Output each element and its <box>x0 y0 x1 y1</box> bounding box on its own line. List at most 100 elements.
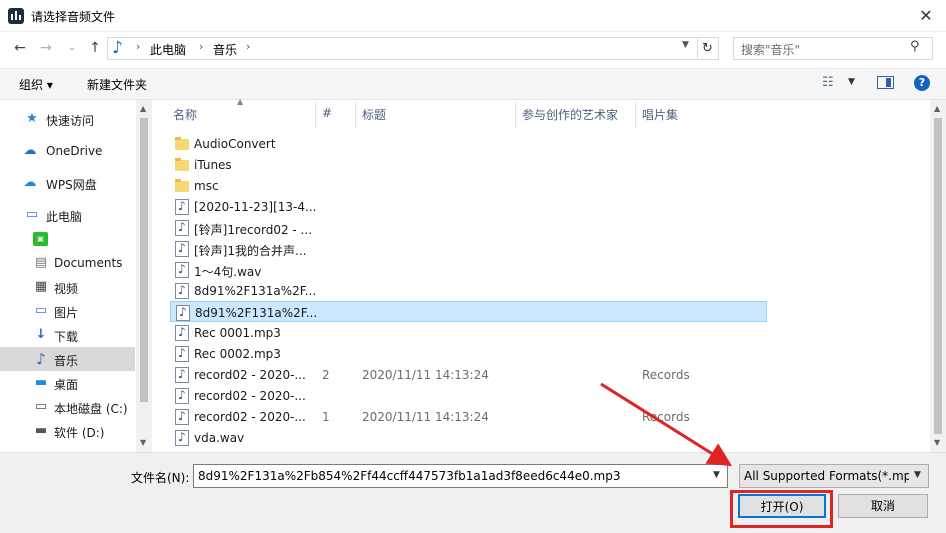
filename-dropdown-icon[interactable]: ▼ <box>713 470 720 480</box>
breadcrumb-this-pc[interactable]: 此电脑 <box>150 41 186 58</box>
preview-pane-icon[interactable] <box>877 76 894 89</box>
scroll-down-icon[interactable]: ▼ <box>140 438 146 447</box>
column-header-album[interactable]: 唱片集 <box>642 106 678 123</box>
address-dropdown-icon[interactable]: ▼ <box>682 40 689 50</box>
sidebar-item-pictures[interactable]: ▭ 图片 <box>0 299 135 323</box>
file-row[interactable]: vda.wav <box>170 427 767 448</box>
file-name: AudioConvert <box>194 137 276 151</box>
app-drive-icon: ▣ <box>33 232 48 246</box>
file-row[interactable]: [铃声]1record02 - ... <box>170 217 767 238</box>
file-row[interactable]: 8d91%2F131a%2F... <box>170 301 767 322</box>
track-number: 1 <box>322 410 330 424</box>
file-row[interactable]: record02 - 2020-... 2 2020/11/11 14:13:24 R… <box>170 364 767 385</box>
sidebar-scrollbar[interactable]: ▲ ▼ <box>136 100 152 452</box>
audio-file-icon <box>175 430 189 446</box>
document-icon: ▤ <box>34 255 48 270</box>
file-name: Rec 0001.mp3 <box>194 326 281 340</box>
picture-icon: ▭ <box>34 303 48 318</box>
scroll-up-icon[interactable]: ▲ <box>140 104 146 113</box>
folder-row[interactable]: iTunes <box>170 154 767 175</box>
close-icon[interactable]: ✕ <box>906 0 946 32</box>
file-row[interactable]: Rec 0002.mp3 <box>170 343 767 364</box>
file-list-scrollbar[interactable]: ▲ ▼ <box>930 100 946 452</box>
filename-label: 文件名(N): <box>131 471 190 485</box>
file-type-value: All Supported Formats(*.mp3 <box>744 469 909 483</box>
title-bar <box>0 0 946 32</box>
address-bar[interactable] <box>107 37 698 60</box>
cancel-button[interactable]: 取消 <box>838 494 928 518</box>
view-options-icon[interactable]: ☷ <box>822 75 834 90</box>
sidebar-item-drive-c[interactable]: ▭ 本地磁盘 (C:) <box>0 395 135 419</box>
column-header-name[interactable]: 名称 <box>173 106 197 123</box>
search-icon[interactable]: ⚲ <box>910 39 920 54</box>
sidebar-item-drive-d[interactable]: ▬ 软件 (D:) <box>0 419 135 443</box>
drive-icon: ▬ <box>34 423 48 438</box>
forward-icon[interactable]: → <box>36 38 56 58</box>
file-row[interactable]: [铃声]1我的合并声... <box>170 238 767 259</box>
cloud-icon: ☁ <box>23 143 37 158</box>
audio-file-icon <box>175 325 189 341</box>
file-row[interactable]: 1～4句.wav <box>170 259 767 280</box>
column-header-title[interactable]: 标题 <box>362 106 386 123</box>
computer-icon: ▭ <box>25 207 39 222</box>
sidebar-item-wps[interactable]: ☁ WPS网盘 <box>0 171 135 195</box>
sidebar-item-quick-access[interactable]: ★ 快速访问 <box>0 107 135 131</box>
audio-file-icon <box>175 241 189 257</box>
folder-row[interactable]: AudioConvert <box>170 133 767 154</box>
file-name: 1～4句.wav <box>194 265 262 279</box>
sidebar-item-app-drive[interactable]: ▣ <box>0 227 135 251</box>
navigation-pane: ★ 快速访问 ☁ OneDrive ☁ WPS网盘 ▭ 此电脑 ▣ ▤ Docu… <box>0 100 152 452</box>
file-name: record02 - 2020-... <box>194 410 306 424</box>
sidebar-item-downloads[interactable]: ↓ 下载 <box>0 323 135 347</box>
sidebar-item-this-pc[interactable]: ▭ 此电脑 <box>0 203 135 227</box>
column-divider[interactable] <box>515 101 516 129</box>
sidebar-scroll-thumb[interactable] <box>140 118 148 402</box>
column-header-artists[interactable]: 参与创作的艺术家 <box>522 106 618 123</box>
file-row[interactable]: 8d91%2F131a%2F... <box>170 280 767 301</box>
folder-icon <box>175 137 189 150</box>
up-icon[interactable]: ↑ <box>85 38 105 58</box>
refresh-icon[interactable]: ↻ <box>697 37 719 60</box>
file-row[interactable]: record02 - 2020-... <box>170 385 767 406</box>
folder-row[interactable]: msc <box>170 175 767 196</box>
file-list-scroll-thumb[interactable] <box>934 118 942 434</box>
audio-file-icon <box>175 220 189 236</box>
breadcrumb-chevron-icon[interactable]: › <box>136 40 140 53</box>
column-header-number[interactable]: # <box>322 106 332 120</box>
breadcrumb-chevron-icon[interactable]: › <box>246 40 250 53</box>
file-name: Rec 0002.mp3 <box>194 347 281 361</box>
sidebar-item-desktop[interactable]: ▬ 桌面 <box>0 371 135 395</box>
column-divider[interactable] <box>355 101 356 129</box>
sidebar-item-onedrive[interactable]: ☁ OneDrive <box>0 139 135 163</box>
view-dropdown-icon[interactable]: ▼ <box>848 77 855 87</box>
music-icon: ♪ <box>36 350 46 368</box>
file-name: record02 - 2020-... <box>194 389 306 403</box>
album-name: Records <box>642 368 690 382</box>
column-divider[interactable] <box>315 101 316 129</box>
sidebar-item-videos[interactable]: ▦ 视频 <box>0 275 135 299</box>
desktop-icon: ▬ <box>34 375 48 390</box>
search-placeholder: 搜索"音乐" <box>741 43 801 57</box>
file-type-dropdown-icon[interactable]: ▼ <box>914 470 921 480</box>
back-icon[interactable]: ← <box>10 38 30 58</box>
file-row[interactable]: [2020-11-23][13-4... <box>170 196 767 217</box>
sidebar-item-documents[interactable]: ▤ Documents <box>0 251 135 275</box>
recent-dropdown-icon[interactable]: ⌄ <box>62 38 82 58</box>
folder-icon <box>175 179 189 192</box>
column-divider[interactable] <box>635 101 636 129</box>
filename-input[interactable] <box>193 464 728 488</box>
organize-button[interactable]: 组织 ▾ <box>19 76 53 93</box>
file-name: msc <box>194 179 219 193</box>
scroll-down-icon[interactable]: ▼ <box>934 438 940 447</box>
sidebar-item-music[interactable]: ♪ 音乐 <box>0 347 135 371</box>
new-folder-button[interactable]: 新建文件夹 <box>87 76 147 93</box>
scroll-up-icon[interactable]: ▲ <box>934 104 940 113</box>
audio-file-icon <box>175 367 189 383</box>
file-name: vda.wav <box>194 431 245 445</box>
breadcrumb-chevron-icon[interactable]: › <box>199 40 203 53</box>
file-name: record02 - 2020-... <box>194 368 306 382</box>
file-row[interactable]: record02 - 2020-... 1 2020/11/11 14:13:24 R… <box>170 406 767 427</box>
file-row[interactable]: Rec 0001.mp3 <box>170 322 767 343</box>
help-icon[interactable]: ? <box>914 75 930 91</box>
breadcrumb-music[interactable]: 音乐 <box>213 41 237 58</box>
